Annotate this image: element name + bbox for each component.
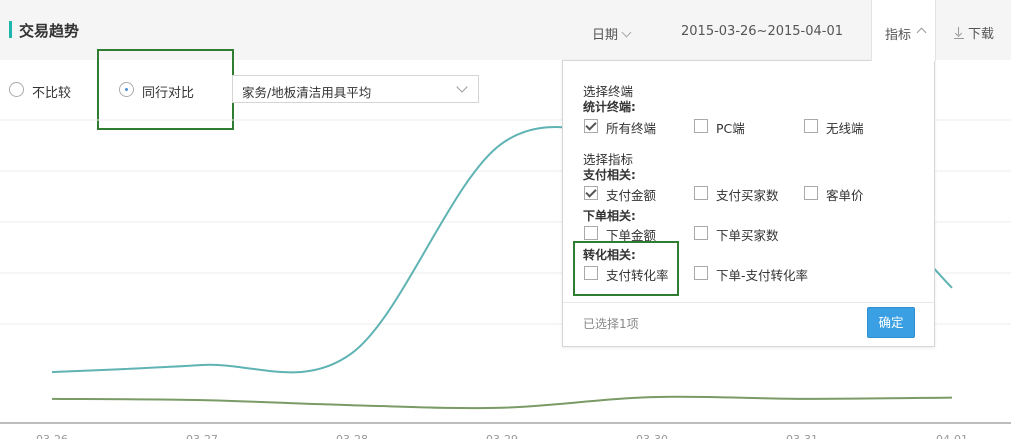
date-range[interactable]: 2015-03-26~2015-04-01 (681, 24, 843, 39)
order-group-title: 下单相关: (583, 209, 636, 223)
checkbox-all-terminals[interactable] (584, 119, 598, 133)
confirm-button[interactable]: 确定 (867, 307, 915, 338)
checkbox-payment-amount-label[interactable]: 支付金额 (606, 185, 656, 204)
checkbox-wireless-terminal[interactable] (804, 119, 818, 133)
chevron-down-icon (621, 27, 632, 38)
panel-divider (563, 302, 934, 303)
industry-select-value: 家务/地板清洁用具平均 (242, 85, 372, 100)
x-tick-label: 03-28 (336, 433, 368, 439)
date-label: 日期 (592, 28, 619, 43)
checkbox-order-payment-conversion[interactable] (694, 266, 708, 280)
metric-dropdown[interactable]: 指标 (871, 0, 936, 61)
checkbox-order-amount[interactable] (584, 226, 598, 240)
x-tick-label: 03-29 (486, 433, 518, 439)
x-tick-label: 04-01 (936, 433, 968, 439)
metric-label: 指标 (885, 28, 912, 43)
checkbox-wireless-terminal-label[interactable]: 无线端 (826, 118, 864, 137)
checkbox-avg-order-label[interactable]: 客单价 (826, 185, 864, 204)
x-tick-label: 03-31 (786, 433, 818, 439)
x-tick-label: 03-30 (636, 433, 668, 439)
download-icon (954, 27, 964, 39)
checkbox-order-payment-conversion-label[interactable]: 下单-支付转化率 (716, 265, 808, 284)
terminal-group-title: 统计终端: (583, 100, 636, 114)
radio-no-compare-label[interactable]: 不比较 (32, 82, 71, 101)
selected-count: 已选择1项 (583, 317, 639, 331)
checkbox-pc-terminal-label[interactable]: PC端 (716, 118, 745, 137)
checkbox-payment-buyers[interactable] (694, 186, 708, 200)
chevron-down-icon (456, 81, 468, 93)
chevron-up-icon (916, 27, 927, 38)
checkbox-all-terminals-label[interactable]: 所有终端 (606, 118, 656, 137)
metric-panel: 选择终端 统计终端: 所有终端 PC端 无线端 选择指标 支付相关: 支付金额 … (562, 60, 935, 347)
date-dropdown[interactable]: 日期 (592, 24, 632, 43)
download-button[interactable]: 下载 (954, 23, 994, 42)
page-title: 交易趋势 (19, 22, 80, 40)
x-tick-label: 03-27 (186, 433, 218, 439)
highlight-conversion-group (573, 241, 679, 296)
x-tick-label: 03-26 (36, 433, 68, 439)
checkbox-order-buyers-label[interactable]: 下单买家数 (716, 225, 779, 244)
industry-select[interactable]: 家务/地板清洁用具平均 (232, 75, 479, 103)
radio-no-compare[interactable] (9, 82, 24, 97)
checkbox-pc-terminal[interactable] (694, 119, 708, 133)
checkbox-order-buyers[interactable] (694, 226, 708, 240)
title-accent (9, 21, 12, 38)
checkbox-payment-amount[interactable] (584, 186, 598, 200)
series-line-2 (51, 395, 953, 410)
checkbox-payment-buyers-label[interactable]: 支付买家数 (716, 185, 779, 204)
download-label: 下载 (968, 27, 995, 42)
checkbox-avg-order[interactable] (804, 186, 818, 200)
payment-group-title: 支付相关: (583, 168, 636, 182)
